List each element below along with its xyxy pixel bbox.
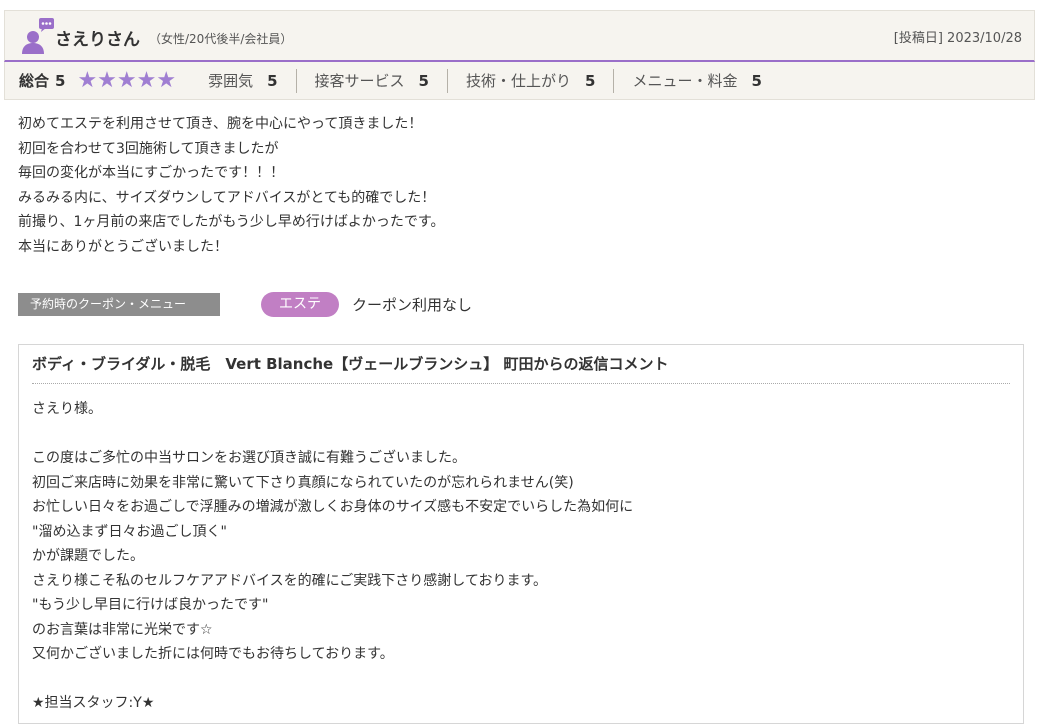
coupon-usage-text: クーポン利用なし (352, 296, 473, 314)
overall-rating-score: 5 (55, 71, 66, 90)
coupon-row: 予約時のクーポン・メニュー エステ クーポン利用なし (18, 292, 1018, 318)
coupon-category-tag: エステ (261, 292, 339, 317)
reply-title: ボディ・ブライダル・脱毛 Vert Blanche【ヴェールブランシュ】 町田か… (32, 355, 669, 373)
rating-category-label: メニュー・料金 (632, 72, 738, 90)
coupon-menu-label: 予約時のクーポン・メニュー (18, 293, 220, 316)
rating-category-technique: 技術・仕上がり 5 (446, 68, 613, 93)
review-line: みるみる内に、サイズダウンしてアドバイスがとても的確でした！ (18, 189, 436, 206)
rating-category-menu-price: メニュー・料金 5 (613, 68, 779, 93)
review-line: 本当にありがとうございました！ (18, 238, 228, 255)
reply-line (32, 667, 633, 692)
reply-divider (32, 383, 1010, 384)
reviewer-profile: （女性/20代後半/会社員） (149, 32, 293, 46)
reply-line: "溜め込まず日々お過ごし頂く" (32, 523, 227, 540)
rating-bar: 総合 5 ★★★★★ 雰囲気 5 接客サービス 5 技術・仕上がり 5 メニュー… (4, 62, 1035, 100)
rating-category-score: 5 (585, 71, 596, 90)
review-line: 前撮り、1ヶ月前の来店でしたがもう少し早め行けばよかったです。 (18, 214, 445, 230)
reply-line: さえり様。 (32, 401, 102, 417)
review-header: さえりさん （女性/20代後半/会社員） [投稿日] 2023/10/28 (4, 10, 1035, 62)
overall-rating-label: 総合 (19, 72, 50, 90)
review-line: 初回を合わせて3回施術して頂きましたが (18, 140, 279, 157)
reply-text: さえり様。 この度はご多忙の中当サロンをお選び頂き誠に有難うございました。 初回… (32, 397, 633, 716)
rating-category-label: 技術・仕上がり (465, 72, 571, 90)
rating-category-score: 5 (418, 71, 429, 90)
rating-category-service: 接客サービス 5 (295, 68, 447, 93)
reply-line: この度はご多忙の中当サロンをお選び頂き誠に有難うございました。 (32, 450, 466, 466)
post-date: [投稿日] 2023/10/28 (893, 31, 1022, 46)
rating-category-score: 5 (751, 71, 762, 90)
reply-line: さえり様こそ私のセルフケアアドバイスを的確にご実践下さり感謝しております。 (32, 572, 548, 589)
reply-line: 又何かございました折には何時でもお待ちしております。 (32, 646, 394, 662)
review-line: 毎回の変化が本当にすごかったです！！！ (18, 165, 285, 181)
review-body: 初めてエステを利用させて頂き、腕を中心にやって頂きました！ 初回を合わせて3回施… (18, 112, 1018, 259)
salon-reply-box: ボディ・ブライダル・脱毛 Vert Blanche【ヴェールブランシュ】 町田か… (18, 344, 1024, 724)
reply-line: お忙しい日々をお過ごしで浮腫みの増減が激しくお身体のサイズ感も不安定でいらした為… (32, 499, 634, 515)
user-avatar-icon (22, 18, 54, 54)
reply-line: "もう少し早目に行けば良かったです" (32, 597, 269, 613)
reply-line: のお言葉は非常に光栄です☆ (32, 621, 213, 638)
reply-line: かが課題でした。 (32, 548, 144, 564)
rating-category-score: 5 (267, 71, 278, 90)
reply-line: 初回ご来店時に効果を非常に驚いて下さり真顔になられていたのが忘れられません(笑) (32, 474, 574, 491)
review-line: 初めてエステを利用させて頂き、腕を中心にやって頂きました！ (18, 116, 423, 132)
reviewer-name: さえりさん (55, 30, 140, 50)
reply-line (32, 422, 633, 447)
rating-category-label: 接客サービス (314, 72, 405, 90)
rating-category-label: 雰囲気 (208, 72, 254, 90)
star-rating-icon: ★★★★★ (77, 67, 177, 93)
rating-category-atmosphere: 雰囲気 5 (190, 69, 295, 93)
